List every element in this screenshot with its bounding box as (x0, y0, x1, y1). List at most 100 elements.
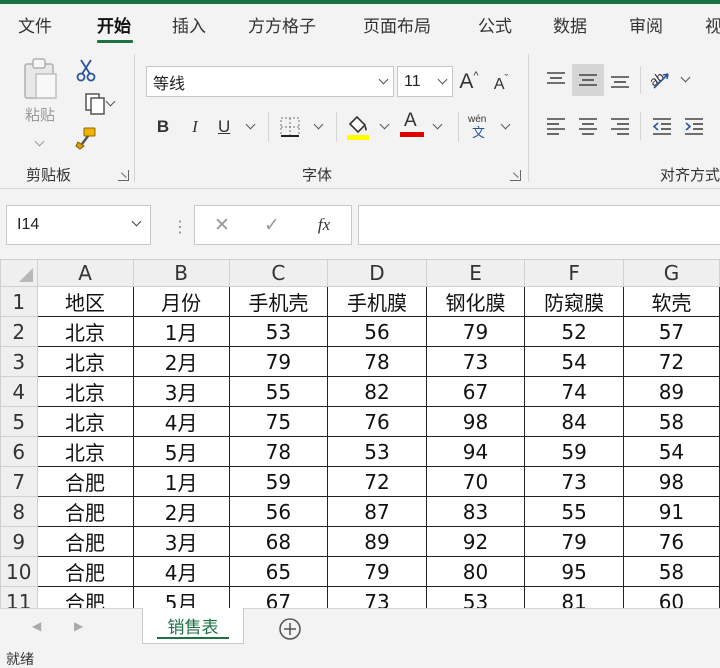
data-cell[interactable]: 67 (228, 586, 329, 608)
phonetic-guide-button[interactable]: wén 文 (466, 110, 516, 144)
header-cell[interactable]: 软壳 (622, 286, 720, 317)
header-cell[interactable]: 手机膜 (327, 286, 427, 317)
data-cell[interactable]: 98 (425, 406, 526, 437)
data-cell[interactable]: 82 (327, 376, 427, 407)
name-box[interactable]: I14 (6, 205, 151, 245)
formula-input[interactable] (358, 205, 720, 245)
row-header[interactable]: 3 (0, 346, 38, 377)
row-header[interactable]: 6 (0, 436, 38, 467)
tab-view[interactable]: 视 (705, 12, 720, 37)
fill-color-button[interactable] (344, 110, 394, 144)
cancel-button[interactable]: ✕ (207, 212, 237, 238)
row-header[interactable]: 11 (0, 586, 38, 608)
row-header[interactable]: 7 (0, 466, 38, 497)
data-cell[interactable]: 1月 (132, 316, 230, 347)
font-name-select[interactable]: 等线 (146, 66, 394, 97)
column-header-D[interactable]: D (327, 259, 427, 287)
data-cell[interactable]: 2月 (132, 346, 230, 377)
insert-function-button[interactable]: fx (309, 212, 339, 238)
row-header[interactable]: 8 (0, 496, 38, 527)
font-color-button[interactable]: A (398, 110, 448, 144)
align-left-button[interactable] (542, 110, 570, 142)
data-cell[interactable]: 79 (524, 526, 624, 557)
scroll-right-icon[interactable]: ▶ (74, 619, 83, 633)
tab-review[interactable]: 审阅 (629, 12, 663, 37)
tab-fangfanggezi[interactable]: 方方格子 (248, 12, 316, 37)
data-cell[interactable]: 1月 (132, 466, 230, 497)
add-sheet-icon[interactable] (278, 617, 302, 641)
data-cell[interactable]: 合肥 (36, 586, 134, 608)
data-cell[interactable]: 98 (622, 466, 720, 497)
clipboard-launcher-icon[interactable] (118, 170, 129, 181)
data-cell[interactable]: 59 (524, 436, 624, 467)
data-cell[interactable]: 北京 (36, 406, 134, 437)
scroll-left-icon[interactable]: ◀ (32, 619, 41, 633)
chevron-down-icon[interactable] (131, 216, 142, 227)
tab-home[interactable]: 开始 (97, 12, 131, 37)
tab-page-layout[interactable]: 页面布局 (363, 12, 431, 37)
data-cell[interactable]: 58 (622, 556, 720, 587)
copy-dropdown-icon[interactable] (105, 96, 116, 107)
data-cell[interactable]: 57 (622, 316, 720, 347)
data-cell[interactable]: 89 (622, 376, 720, 407)
data-cell[interactable]: 北京 (36, 346, 134, 377)
data-cell[interactable]: 4月 (132, 556, 230, 587)
decrease-indent-button[interactable] (648, 110, 676, 142)
data-cell[interactable]: 76 (327, 406, 427, 437)
header-cell[interactable]: 手机壳 (228, 286, 329, 317)
header-cell[interactable]: 地区 (36, 286, 134, 317)
align-top-button[interactable] (542, 64, 570, 96)
align-right-button[interactable] (606, 110, 634, 142)
data-cell[interactable]: 79 (228, 346, 329, 377)
copy-button[interactable] (72, 90, 118, 118)
data-cell[interactable]: 3月 (132, 526, 230, 557)
header-cell[interactable]: 钢化膜 (425, 286, 526, 317)
data-cell[interactable]: 67 (425, 376, 526, 407)
enter-button[interactable]: ✓ (257, 212, 287, 238)
row-header[interactable]: 4 (0, 376, 38, 407)
data-cell[interactable]: 60 (622, 586, 720, 608)
data-cell[interactable]: 73 (524, 466, 624, 497)
data-cell[interactable]: 58 (622, 406, 720, 437)
increase-font-size-button[interactable]: A ^ (455, 66, 483, 97)
select-all-corner[interactable] (0, 259, 38, 287)
data-cell[interactable]: 73 (425, 346, 526, 377)
data-cell[interactable]: 56 (228, 496, 329, 527)
data-cell[interactable]: 55 (524, 496, 624, 527)
tab-file[interactable]: 文件 (18, 12, 52, 37)
data-cell[interactable]: 53 (228, 316, 329, 347)
row-header[interactable]: 1 (0, 286, 38, 317)
font-launcher-icon[interactable] (510, 170, 521, 181)
data-cell[interactable]: 79 (425, 316, 526, 347)
data-cell[interactable]: 89 (327, 526, 427, 557)
data-cell[interactable]: 合肥 (36, 466, 134, 497)
data-cell[interactable]: 87 (327, 496, 427, 527)
underline-button[interactable]: U (212, 112, 258, 142)
data-cell[interactable]: 合肥 (36, 556, 134, 587)
data-cell[interactable]: 78 (228, 436, 329, 467)
decrease-font-size-button[interactable]: Aˇ (487, 66, 515, 97)
data-cell[interactable]: 72 (622, 346, 720, 377)
paste-dropdown-icon[interactable] (34, 136, 45, 147)
column-header-F[interactable]: F (524, 259, 624, 287)
data-cell[interactable]: 合肥 (36, 526, 134, 557)
column-header-A[interactable]: A (36, 259, 134, 287)
data-cell[interactable]: 59 (228, 466, 329, 497)
data-cell[interactable]: 4月 (132, 406, 230, 437)
data-cell[interactable]: 北京 (36, 376, 134, 407)
data-cell[interactable]: 94 (425, 436, 526, 467)
tab-data[interactable]: 数据 (553, 12, 587, 37)
column-header-E[interactable]: E (425, 259, 526, 287)
paste-button[interactable]: 粘贴 (14, 56, 66, 148)
data-cell[interactable]: 5月 (132, 586, 230, 608)
formula-bar-grip-icon[interactable]: ⋮ (172, 217, 188, 237)
data-cell[interactable]: 56 (327, 316, 427, 347)
row-header[interactable]: 10 (0, 556, 38, 587)
sheet-tab[interactable]: 销售表 (142, 608, 244, 644)
header-cell[interactable]: 防窥膜 (524, 286, 624, 317)
data-cell[interactable]: 81 (524, 586, 624, 608)
column-header-B[interactable]: B (132, 259, 230, 287)
column-header-C[interactable]: C (228, 259, 329, 287)
data-cell[interactable]: 54 (524, 346, 624, 377)
data-cell[interactable]: 53 (425, 586, 526, 608)
